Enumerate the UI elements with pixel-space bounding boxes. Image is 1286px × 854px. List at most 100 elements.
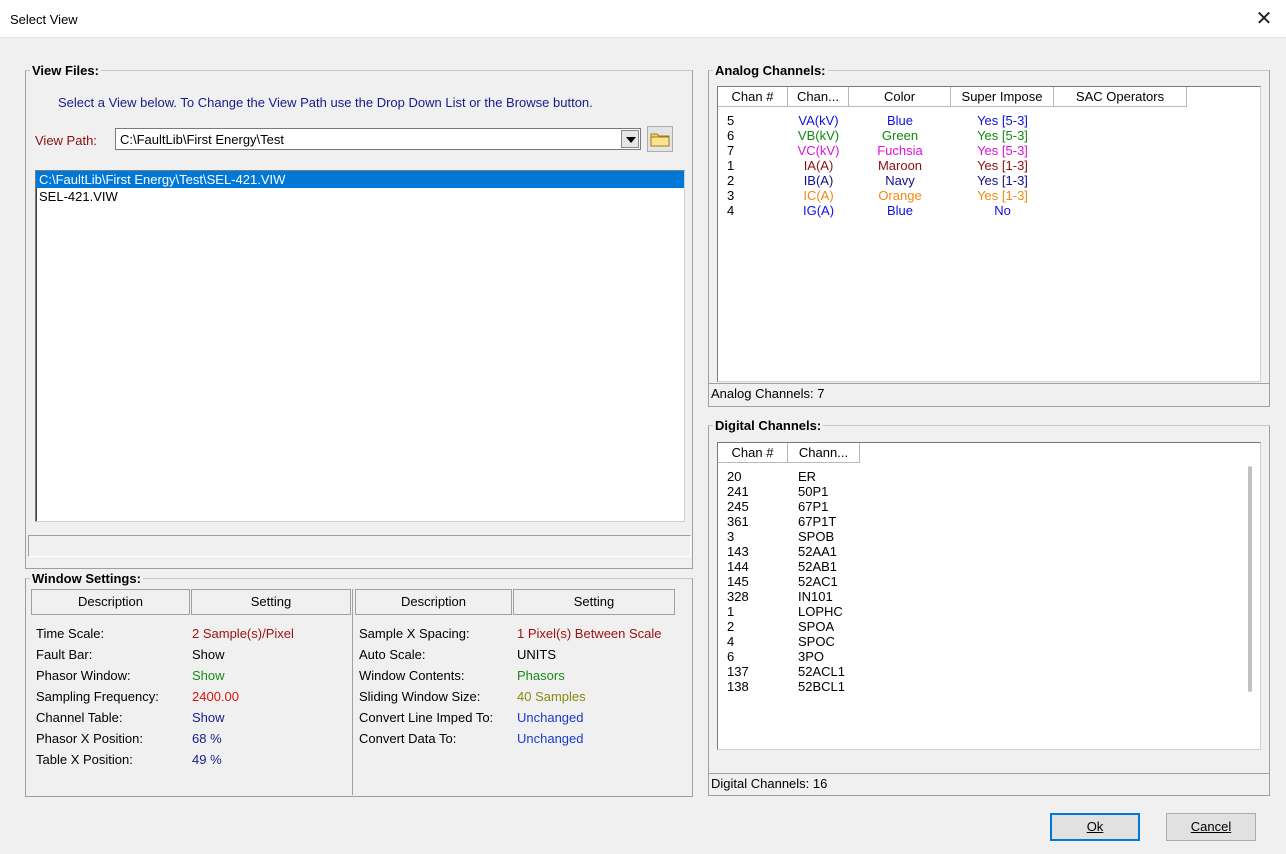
view-path-dropdown[interactable]: C:\FaultLib\First Energy\Test: [115, 128, 641, 150]
setting-value[interactable]: Show: [192, 644, 347, 665]
analog-cell-color: Blue: [886, 203, 914, 218]
setting-value[interactable]: Phasors: [517, 665, 687, 686]
digital-cell-chan: 145: [727, 574, 749, 589]
setting-description: Fault Bar:: [36, 647, 93, 662]
view-file-item[interactable]: SEL-421.VIW: [36, 188, 684, 205]
digital-cell-chan: 6: [727, 649, 735, 664]
analog-cell-chan: 5: [727, 113, 735, 128]
digital-cell-chan: 137: [727, 664, 749, 679]
ok-button-label: Ok: [1086, 819, 1104, 834]
ws-header-description-1[interactable]: Description: [31, 589, 190, 615]
title-bar: Select View ✕: [0, 0, 1286, 38]
analog-cell-color: Blue: [886, 113, 914, 128]
setting-description: Channel Table:: [36, 710, 123, 725]
ws-right-descriptions: Sample X Spacing: Auto Scale: Window Conte…: [359, 623, 514, 749]
view-files-legend: View Files:: [32, 63, 99, 78]
setting-description: Sample X Spacing:: [359, 626, 470, 641]
analog-cell-chan: 7: [727, 143, 735, 158]
digital-channels-table[interactable]: Chan # Chann... 20 ER 241 50P1 245 67P1 361 67P1T…: [717, 442, 1261, 750]
setting-value[interactable]: Unchanged: [517, 707, 687, 728]
analog-cell-impose: Yes [5-3]: [977, 128, 1028, 143]
ws-header-setting-1[interactable]: Setting: [191, 589, 351, 615]
digital-cell-name: LOPHC: [798, 604, 843, 619]
analog-cell-name: VB(kV): [797, 128, 840, 143]
setting-description: Time Scale:: [36, 626, 105, 641]
setting-description: Table X Position:: [36, 752, 133, 767]
digital-column-header[interactable]: Chan #: [718, 443, 788, 463]
analog-column-header[interactable]: Super Impose: [951, 87, 1054, 107]
setting-value[interactable]: UNITS: [517, 644, 687, 665]
analog-column-header[interactable]: Chan...: [788, 87, 849, 107]
ws-divider: [352, 589, 353, 795]
setting-description: Window Contents:: [359, 668, 465, 683]
analog-channels-table[interactable]: Chan # Chan... Color Super Impose SAC Operat…: [717, 86, 1261, 382]
digital-scrollbar-thumb[interactable]: [1248, 466, 1252, 692]
digital-cell-chan: 361: [727, 514, 749, 529]
digital-cell-name: SPOC: [798, 634, 835, 649]
folder-icon: [650, 133, 670, 147]
ws-header-description-2[interactable]: Description: [355, 589, 512, 615]
setting-value[interactable]: 2400.00: [192, 686, 347, 707]
ws-left-values: 2 Sample(s)/Pixel Show Show 2400.00 Show 68 %…: [192, 623, 347, 770]
ws-left-descriptions: Time Scale: Fault Bar: Phasor Window: Sampl…: [36, 623, 186, 770]
setting-description: Sampling Frequency:: [36, 689, 159, 704]
window-settings-legend: Window Settings:: [32, 571, 141, 586]
setting-description: Phasor Window:: [36, 668, 131, 683]
analog-cell-name: IA(A): [803, 158, 834, 173]
analog-cell-color: Orange: [878, 188, 922, 203]
digital-cell-name: 67P1T: [798, 514, 837, 529]
digital-cell-chan: 241: [727, 484, 749, 499]
analog-cell-chan: 3: [727, 188, 735, 203]
analog-cell-chan: 4: [727, 203, 735, 218]
digital-cell-chan: 138: [727, 679, 749, 694]
analog-cell-chan: 6: [727, 128, 735, 143]
digital-cell-chan: 1: [727, 604, 735, 619]
view-file-item[interactable]: C:\FaultLib\First Energy\Test\SEL-421.VI…: [36, 171, 684, 188]
setting-value[interactable]: 68 %: [192, 728, 347, 749]
setting-value[interactable]: 49 %: [192, 749, 347, 770]
analog-cell-impose: No: [994, 203, 1011, 218]
view-path-value: C:\FaultLib\First Energy\Test: [120, 132, 284, 147]
digital-cell-chan: 144: [727, 559, 749, 574]
digital-cell-chan: 328: [727, 589, 749, 604]
analog-cell-impose: Yes [1-3]: [977, 158, 1028, 173]
setting-description: Sliding Window Size:: [359, 689, 481, 704]
digital-cell-name: 52ACL1: [798, 664, 845, 679]
analog-column-header[interactable]: SAC Operators: [1054, 87, 1187, 107]
digital-status: Digital Channels: 16: [709, 773, 1269, 795]
view-files-hint: Select a View below. To Change the View …: [58, 95, 593, 110]
chevron-down-icon[interactable]: [621, 130, 639, 148]
analog-cell-impose: Yes [1-3]: [977, 173, 1028, 188]
setting-value[interactable]: Unchanged: [517, 728, 687, 749]
analog-cell-name: VC(kV): [797, 143, 840, 158]
analog-cell-name: IB(A): [803, 173, 834, 188]
setting-description: Phasor X Position:: [36, 731, 143, 746]
setting-value[interactable]: Show: [192, 707, 347, 728]
setting-description: Convert Data To:: [359, 731, 457, 746]
digital-cell-chan: 245: [727, 499, 749, 514]
digital-cell-name: 52AC1: [798, 574, 838, 589]
ws-header-setting-2[interactable]: Setting: [513, 589, 675, 615]
analog-cell-impose: Yes [5-3]: [977, 143, 1028, 158]
setting-value[interactable]: 40 Samples: [517, 686, 687, 707]
browse-button[interactable]: [647, 126, 673, 152]
digital-column-header[interactable]: Chann...: [788, 443, 860, 463]
analog-cell-color: Navy: [885, 173, 915, 188]
analog-cell-chan: 2: [727, 173, 735, 188]
analog-cell-name: IC(A): [803, 188, 834, 203]
view-files-list[interactable]: C:\FaultLib\First Energy\Test\SEL-421.VI…: [35, 170, 685, 522]
cancel-button[interactable]: Cancel: [1166, 813, 1256, 841]
analog-cell-impose: Yes [5-3]: [977, 113, 1028, 128]
setting-value[interactable]: 1 Pixel(s) Between Scale: [517, 623, 687, 644]
analog-cell-color: Green: [881, 128, 919, 143]
setting-value[interactable]: 2 Sample(s)/Pixel: [192, 623, 347, 644]
digital-cell-chan: 3: [727, 529, 735, 544]
setting-description: Auto Scale:: [359, 647, 426, 662]
analog-cell-color: Maroon: [877, 158, 923, 173]
digital-channels-legend: Digital Channels:: [715, 418, 822, 433]
ok-button[interactable]: Ok: [1050, 813, 1140, 841]
setting-value[interactable]: Show: [192, 665, 347, 686]
analog-column-header[interactable]: Color: [849, 87, 951, 107]
analog-column-header[interactable]: Chan #: [718, 87, 788, 107]
close-icon[interactable]: ✕: [1252, 6, 1276, 32]
